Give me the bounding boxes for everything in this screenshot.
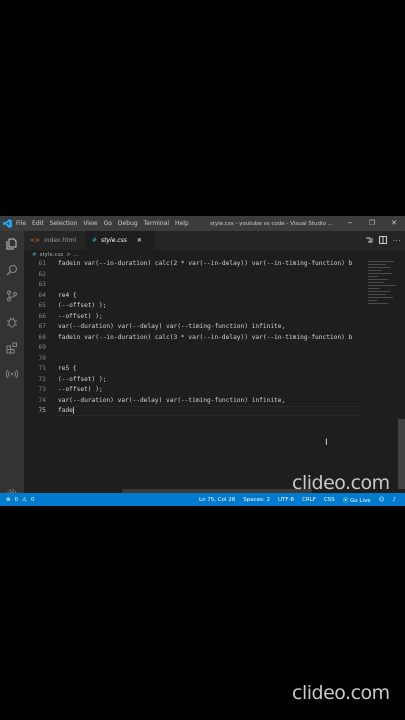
menu-selection[interactable]: Selection [50, 220, 78, 227]
tab-style-css[interactable]: # style.css ✕ [86, 231, 154, 250]
breadcrumb: # style.css > ... [24, 250, 405, 259]
editor-actions: ··· [365, 231, 401, 250]
end-of-line[interactable]: CRLF [302, 497, 316, 503]
minimize-button[interactable]: − [339, 216, 361, 231]
line-number: 66 [38, 312, 46, 320]
tab-label: style.css [101, 237, 127, 244]
indentation[interactable]: Spaces: 2 [243, 497, 270, 503]
code-text: re4 { [58, 291, 77, 299]
html-icon: <> [30, 237, 41, 244]
feedback-icon[interactable]: ☺ [379, 497, 385, 503]
line-number: 62 [38, 270, 46, 278]
mouse-ibeam-cursor-icon: I [325, 438, 328, 448]
line-number: 63 [38, 281, 46, 288]
debug-icon[interactable] [0, 309, 24, 335]
vscode-logo-icon [0, 216, 14, 231]
compare-icon[interactable] [365, 236, 373, 246]
code-text: (--offset) ); [58, 375, 107, 383]
explorer-icon[interactable] [0, 231, 24, 257]
error-count: 0 [14, 496, 19, 503]
encoding[interactable]: UTF-8 [278, 497, 294, 503]
code-text: fade [58, 406, 74, 416]
code-text: --offset) ); [58, 312, 103, 320]
code-text: fadein var(--in-duration) calc(2 * var(-… [58, 260, 353, 267]
code-text-value: fade [58, 407, 73, 414]
menu-go[interactable]: Go [104, 220, 112, 227]
cursor-position[interactable]: Ln 75, Col 28 [199, 497, 235, 503]
code-text: var(--duration) var(--delay) var(--timin… [58, 396, 286, 404]
minimap[interactable] [364, 259, 398, 493]
extensions-icon[interactable] [0, 335, 24, 361]
line-number: 74 [38, 396, 46, 404]
menu-file[interactable]: File [16, 220, 26, 227]
code-text: re5 { [58, 365, 77, 372]
line-number: 71 [38, 365, 46, 372]
code-text: var(--duration) var(--delay) var(--timin… [58, 323, 286, 330]
menu-help[interactable]: Help [175, 220, 189, 227]
breadcrumb-file[interactable]: style.css [40, 252, 64, 258]
code-editor[interactable]: 61 fadein var(--in-duration) calc(2 * var… [24, 259, 364, 493]
source-control-icon[interactable] [0, 283, 24, 309]
menu-debug[interactable]: Debug [118, 220, 138, 227]
watermark: clideo.com [292, 682, 390, 704]
watermark: clideo.com [292, 472, 390, 494]
status-bar: ⊗ 0 ⚠ 0 Ln 75, Col 28 Spaces: 2 UTF-8 CR… [0, 493, 405, 506]
window-controls: − ❐ ✕ [339, 216, 405, 231]
line-number: 73 [38, 386, 46, 393]
activity-bar [0, 231, 24, 499]
menu-bar: File Edit Selection View Go Debug Termin… [14, 220, 189, 227]
go-live-button[interactable]: ⦿ Go Live [343, 496, 371, 504]
broadcast-icon: ⦿ [342, 497, 349, 504]
language-mode[interactable]: CSS [324, 497, 335, 503]
text-caret [72, 406, 74, 414]
code-text: fadein var(--in-duration) calc(3 * var(-… [58, 333, 353, 341]
go-live-label: Go Live [350, 497, 371, 504]
menu-view[interactable]: View [83, 220, 97, 227]
search-icon[interactable] [0, 257, 24, 283]
line-number: 67 [38, 323, 46, 330]
line-number: 72 [38, 375, 46, 383]
warning-count: 0 [31, 496, 35, 503]
css-icon: # [32, 251, 37, 258]
error-icon: ⊗ [6, 496, 11, 503]
horizontal-scrollbar[interactable] [122, 489, 312, 493]
css-icon: # [92, 237, 98, 244]
vscode-window: File Edit Selection View Go Debug Termin… [0, 216, 405, 506]
code-text: --offset) ); [58, 386, 103, 393]
code-text: (--offset) ); [58, 302, 107, 309]
breadcrumb-more[interactable]: ... [74, 252, 79, 258]
tab-label: index.html [44, 237, 77, 244]
tab-bar: <> index.html # style.css ✕ ··· [24, 231, 405, 250]
line-number: 65 [38, 302, 46, 309]
status-items: Ln 75, Col 28 Spaces: 2 UTF-8 CRLF CSS ⦿… [199, 496, 396, 504]
breadcrumb-separator: > [66, 251, 71, 258]
title-bar: File Edit Selection View Go Debug Termin… [0, 216, 405, 231]
line-number: 64 [38, 291, 46, 299]
remote-icon[interactable] [0, 361, 24, 387]
split-editor-icon[interactable] [378, 235, 387, 246]
line-number: 69 [38, 344, 46, 351]
line-number: 68 [38, 333, 46, 341]
vertical-scrollbar[interactable] [398, 259, 405, 493]
window-title: style.css - youtube vs code - Visual Stu… [210, 220, 333, 227]
more-actions-icon[interactable]: ··· [393, 237, 401, 245]
tab-index-html[interactable]: <> index.html [24, 231, 92, 250]
maximize-button[interactable]: ❐ [361, 216, 383, 231]
close-tab-icon[interactable]: ✕ [137, 237, 142, 244]
scrollbar-thumb[interactable] [398, 419, 405, 489]
menu-edit[interactable]: Edit [32, 220, 44, 227]
warning-icon: ⚠ [22, 496, 28, 503]
notifications-bell-icon[interactable]: ♪ [392, 497, 396, 503]
problems-indicator[interactable]: ⊗ 0 ⚠ 0 [6, 497, 35, 503]
line-number: 61 [38, 260, 46, 267]
close-window-button[interactable]: ✕ [383, 216, 405, 231]
current-line-highlight [54, 406, 364, 416]
line-number: 75 [38, 407, 46, 414]
menu-terminal[interactable]: Terminal [144, 220, 169, 227]
line-number: 70 [38, 354, 46, 362]
